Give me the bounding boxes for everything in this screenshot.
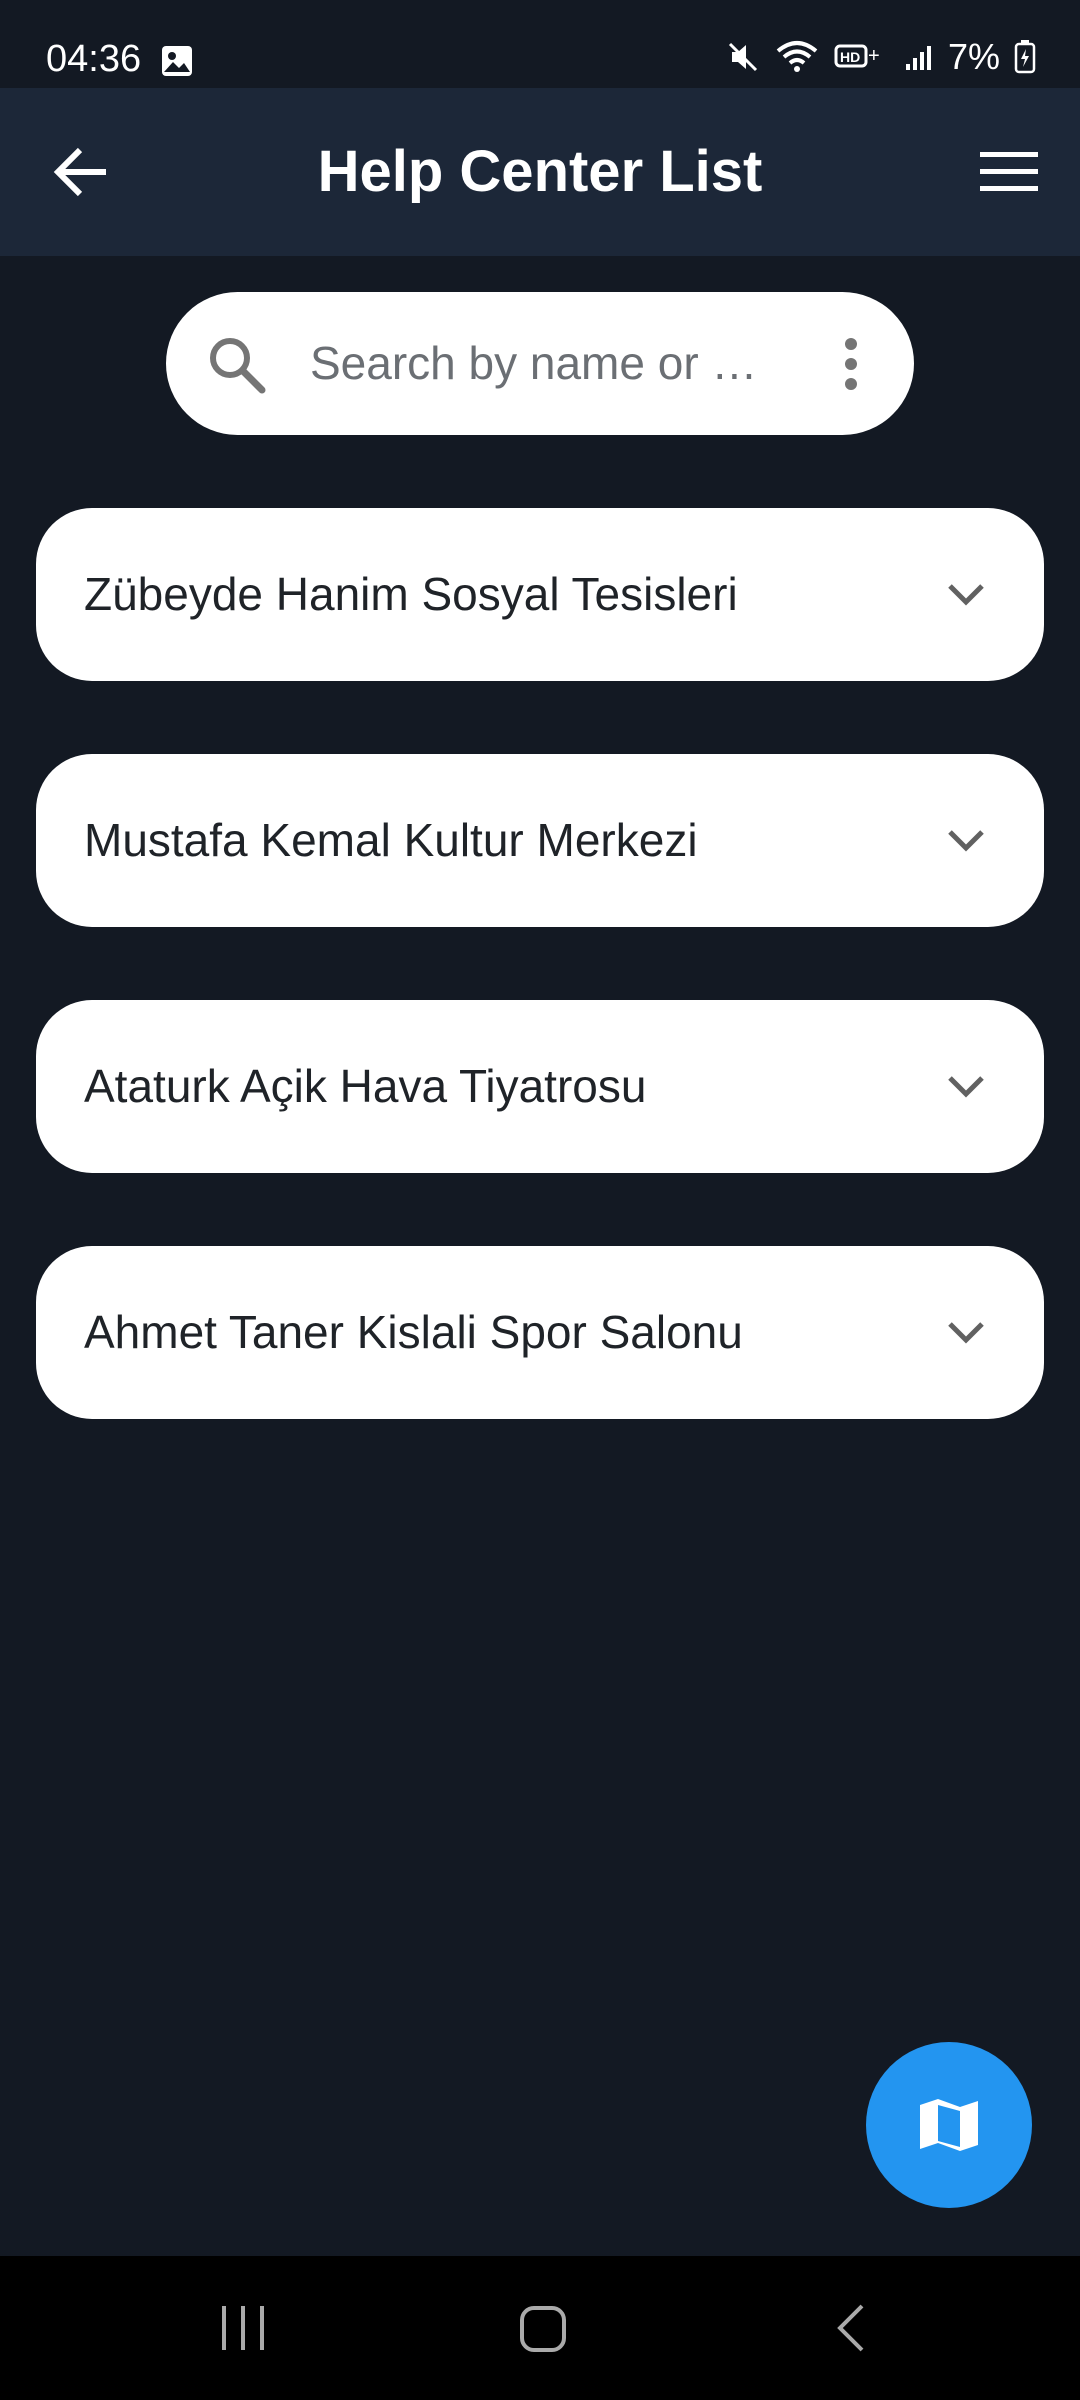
more-vertical-icon[interactable] bbox=[844, 336, 858, 392]
menu-button[interactable] bbox=[980, 150, 1038, 194]
list-item-label: Mustafa Kemal Kultur Merkezi bbox=[84, 814, 698, 866]
system-nav-bar bbox=[0, 2256, 1080, 2400]
recent-apps-icon[interactable] bbox=[218, 2300, 268, 2361]
search-input[interactable] bbox=[310, 320, 930, 406]
home-icon[interactable] bbox=[518, 2300, 568, 2361]
app-bar: Help Center List bbox=[0, 88, 1080, 256]
mute-icon bbox=[726, 40, 760, 74]
map-icon bbox=[920, 2099, 978, 2151]
chevron-down-icon[interactable] bbox=[944, 1070, 988, 1102]
page-title: Help Center List bbox=[317, 139, 763, 204]
battery-charging-icon bbox=[1014, 40, 1036, 74]
signal-icon bbox=[904, 42, 934, 72]
list-item-label: Zübeyde Hanim Sosyal Tesisleri bbox=[84, 568, 738, 620]
status-icons: HD + 7% bbox=[726, 36, 1036, 78]
back-button[interactable] bbox=[52, 142, 112, 202]
wifi-icon bbox=[774, 39, 820, 75]
search-bar bbox=[166, 292, 930, 435]
chevron-down-icon[interactable] bbox=[944, 578, 988, 610]
list-item[interactable]: Mustafa Kemal Kultur Merkezi bbox=[36, 754, 1044, 927]
search-icon bbox=[206, 334, 268, 396]
list-item[interactable]: Ataturk Açik Hava Tiyatrosu bbox=[36, 1000, 1044, 1173]
status-time: 04:36 bbox=[46, 38, 142, 80]
arrow-left-icon bbox=[53, 147, 106, 197]
battery-percent: 7% bbox=[947, 36, 1000, 77]
status-bar: 04:36 HD + 7% bbox=[0, 0, 1080, 88]
chevron-down-icon[interactable] bbox=[944, 1316, 988, 1348]
svg-text:+: + bbox=[868, 45, 880, 67]
map-fab-button[interactable] bbox=[866, 2042, 1032, 2208]
hd-voice-icon: HD + bbox=[834, 40, 890, 74]
chevron-down-icon[interactable] bbox=[944, 824, 988, 856]
hamburger-menu-icon bbox=[980, 152, 1038, 191]
list-item-label: Ataturk Açik Hava Tiyatrosu bbox=[84, 1060, 647, 1112]
svg-text:HD: HD bbox=[840, 49, 860, 65]
list-item-label: Ahmet Taner Kislali Spor Salonu bbox=[84, 1306, 743, 1358]
list-item[interactable]: Zübeyde Hanim Sosyal Tesisleri bbox=[36, 508, 1044, 681]
list-item[interactable]: Ahmet Taner Kislali Spor Salonu bbox=[36, 1246, 1044, 1419]
image-icon bbox=[160, 44, 194, 83]
back-icon[interactable] bbox=[830, 2300, 870, 2361]
